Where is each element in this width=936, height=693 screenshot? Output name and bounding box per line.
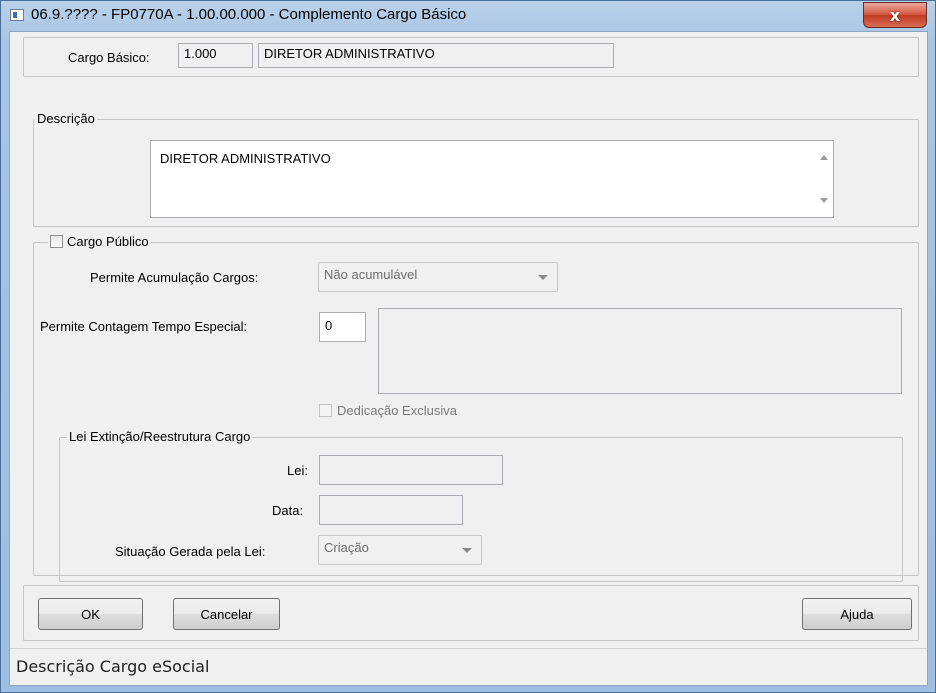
data-field (319, 495, 463, 525)
cargo-basico-name-field: DIRETOR ADMINISTRATIVO (258, 43, 614, 68)
help-button[interactable]: Ajuda (802, 598, 912, 630)
data-label: Data: (272, 503, 304, 518)
lei-group-label: Lei Extinção/Reestrutura Cargo (67, 429, 253, 444)
contagem-label: Permite Contagem Tempo Especial: (40, 319, 248, 334)
dedicacao-label: Dedicação Exclusiva (337, 403, 457, 418)
descricao-group-label: Descrição (35, 111, 97, 126)
scroll-up-icon[interactable] (820, 155, 828, 160)
situacao-select[interactable]: Criação (318, 535, 482, 565)
descricao-text: DIRETOR ADMINISTRATIVO (160, 151, 331, 166)
cargo-basico-code-field: 1.000 (178, 43, 253, 68)
title-bar[interactable]: 06.9.???? - FP0770A - 1.00.00.000 - Comp… (1, 1, 935, 31)
chevron-down-icon (538, 275, 548, 280)
window-title: 06.9.???? - FP0770A - 1.00.00.000 - Comp… (31, 6, 467, 23)
contagem-value-field[interactable]: 0 (319, 312, 366, 342)
app-window-icon (10, 9, 24, 21)
button-bar (23, 585, 919, 641)
descricao-textarea[interactable]: DIRETOR ADMINISTRATIVO (150, 140, 834, 218)
acumulacao-label: Permite Acumulação Cargos: (90, 270, 259, 285)
dialog-client-area: Cargo Básico: 1.000 1.000 DIRETOR ADMINI… (9, 31, 928, 686)
acumulacao-value: Não acumulável (324, 267, 418, 282)
status-bar: Descrição Cargo eSocial (10, 648, 927, 685)
dedicacao-option[interactable]: Dedicação Exclusiva (319, 403, 457, 418)
lei-label: Lei: (287, 463, 308, 478)
acumulacao-select[interactable]: Não acumulável (318, 262, 558, 292)
dedicacao-checkbox[interactable] (319, 404, 332, 417)
ok-button[interactable]: OK (38, 598, 143, 630)
lei-field (319, 455, 503, 485)
descricao-scrollbar[interactable] (815, 141, 833, 217)
scroll-down-icon[interactable] (820, 198, 828, 203)
situacao-value: Criação (324, 540, 369, 555)
dialog-window: 06.9.???? - FP0770A - 1.00.00.000 - Comp… (0, 0, 936, 693)
cargo-publico-checkbox[interactable] (50, 235, 63, 248)
chevron-down-icon (462, 548, 472, 553)
close-button[interactable]: x (863, 2, 927, 28)
close-icon: x (889, 5, 901, 25)
contagem-description-field (378, 308, 902, 394)
situacao-label: Situação Gerada pela Lei: (115, 544, 266, 559)
cargo-publico-label: Cargo Público (67, 234, 149, 249)
status-bar-text: Descrição Cargo eSocial (16, 657, 210, 676)
cargo-publico-legend: Cargo Público (48, 234, 151, 249)
cargo-basico-label: Cargo Básico: (68, 50, 150, 65)
cancel-button[interactable]: Cancelar (173, 598, 280, 630)
